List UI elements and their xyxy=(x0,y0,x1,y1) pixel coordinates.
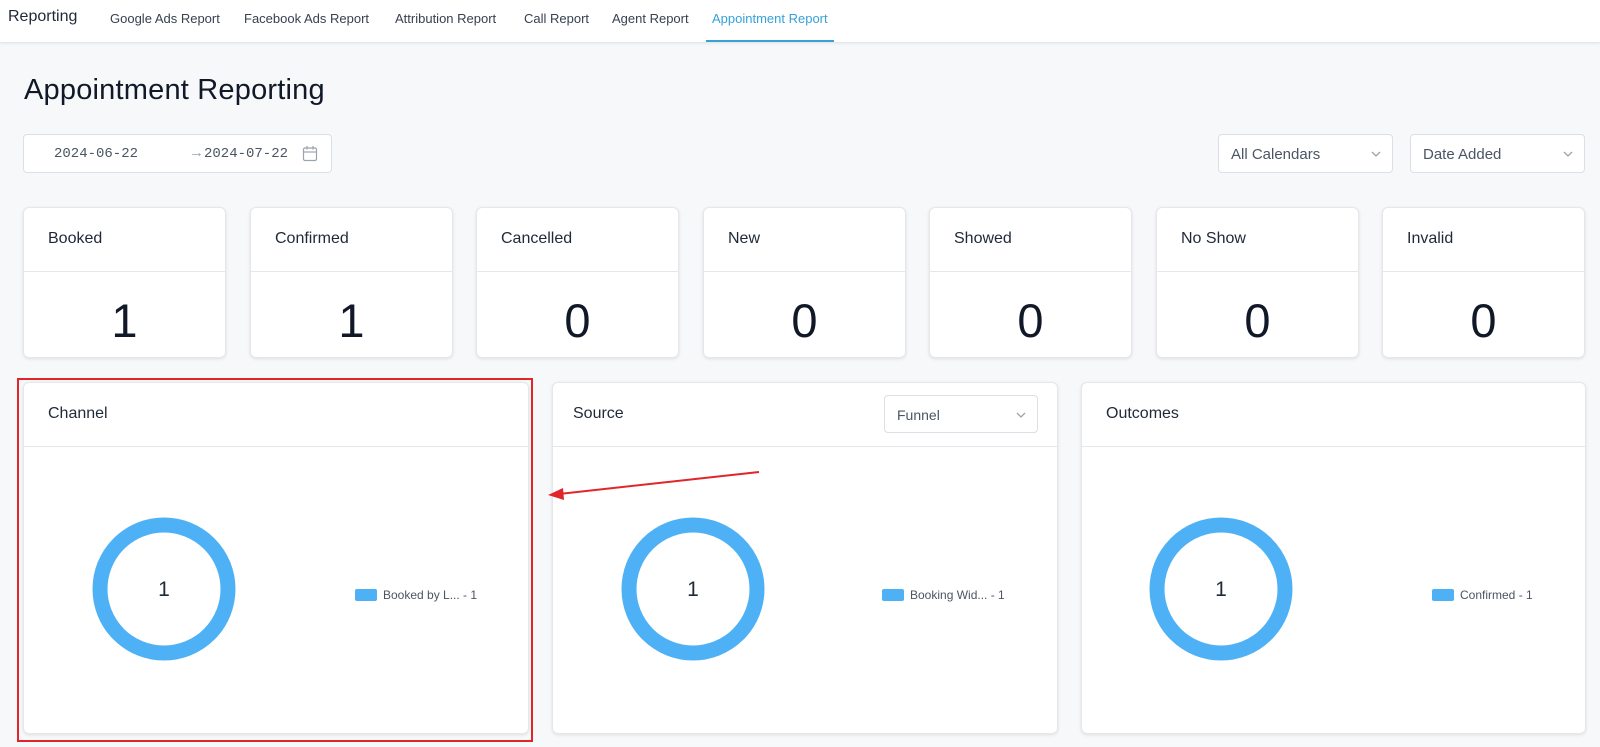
panel-title: Channel xyxy=(48,405,108,422)
chart-legend[interactable]: Booking Wid... - 1 xyxy=(882,588,1005,602)
legend-swatch xyxy=(1432,589,1454,601)
calendar-icon xyxy=(302,146,318,162)
stat-value: 1 xyxy=(111,294,138,347)
legend-label: Booking Wid... - 1 xyxy=(910,588,1005,602)
calendar-select-value: All Calendars xyxy=(1231,146,1321,163)
stat-card-no-show: No Show 0 xyxy=(1156,207,1359,358)
stat-card-confirmed: Confirmed 1 xyxy=(250,207,453,358)
stat-value: 1 xyxy=(338,294,365,347)
stat-label: Confirmed xyxy=(275,230,349,247)
tab-google-ads-report[interactable]: Google Ads Report xyxy=(110,0,220,42)
stat-label: Cancelled xyxy=(501,230,573,247)
source-donut-chart: 1 xyxy=(621,517,765,661)
source-type-select-value: Funnel xyxy=(897,407,940,423)
legend-label: Confirmed - 1 xyxy=(1460,588,1533,602)
donut-total: 1 xyxy=(158,578,170,601)
stat-card-invalid: Invalid 0 xyxy=(1382,207,1585,358)
divider xyxy=(1157,271,1358,272)
tab-facebook-ads-report[interactable]: Facebook Ads Report xyxy=(244,0,369,42)
date-type-select-value: Date Added xyxy=(1423,146,1502,163)
app-title: Reporting xyxy=(8,8,78,25)
panel-title: Outcomes xyxy=(1106,405,1179,422)
stat-value: 0 xyxy=(1017,294,1044,347)
legend-swatch xyxy=(355,589,377,601)
date-range-picker[interactable]: 2024-06-22 → 2024-07-22 xyxy=(23,134,332,173)
chevron-down-icon xyxy=(1563,151,1573,157)
chart-legend[interactable]: Booked by L... - 1 xyxy=(355,588,477,602)
stat-value: 0 xyxy=(1470,294,1497,347)
panel-title: Source xyxy=(573,405,624,422)
annotation-arrow-icon xyxy=(548,471,760,500)
stat-value: 0 xyxy=(1244,294,1271,347)
divider xyxy=(1082,446,1585,447)
tab-appointment-report[interactable]: Appointment Report xyxy=(706,0,834,42)
arrow-right-icon: → xyxy=(189,144,204,161)
outcomes-panel: Outcomes 1 Confirmed - 1 xyxy=(1081,382,1586,734)
outcomes-donut-chart: 1 xyxy=(1149,517,1293,661)
tab-agent-report[interactable]: Agent Report xyxy=(612,0,689,42)
top-navigation: Reporting Google Ads Report Facebook Ads… xyxy=(0,0,1600,43)
date-end[interactable]: 2024-07-22 xyxy=(204,146,288,162)
stat-card-cancelled: Cancelled 0 xyxy=(476,207,679,358)
chevron-down-icon xyxy=(1016,412,1026,418)
donut-total: 1 xyxy=(687,578,699,601)
legend-label: Booked by L... - 1 xyxy=(383,588,478,602)
donut-total: 1 xyxy=(1215,578,1227,601)
date-type-select[interactable]: Date Added xyxy=(1410,134,1585,173)
legend-swatch xyxy=(882,589,904,601)
chart-legend[interactable]: Confirmed - 1 xyxy=(1432,588,1533,602)
stat-card-new: New 0 xyxy=(703,207,906,358)
source-panel: Source Funnel 1 Booking Wid... - 1 xyxy=(552,382,1058,734)
divider xyxy=(24,271,225,272)
stat-label: Showed xyxy=(954,230,1012,247)
chevron-down-icon xyxy=(1371,151,1381,157)
tab-call-report[interactable]: Call Report xyxy=(524,0,589,42)
calendar-select[interactable]: All Calendars xyxy=(1218,134,1393,173)
divider xyxy=(704,271,905,272)
tab-attribution-report[interactable]: Attribution Report xyxy=(395,0,496,42)
stat-value: 0 xyxy=(791,294,818,347)
stat-label: New xyxy=(728,230,761,247)
page-title: Appointment Reporting xyxy=(24,74,325,106)
date-start[interactable]: 2024-06-22 xyxy=(54,146,138,162)
divider xyxy=(1383,271,1584,272)
stat-label: No Show xyxy=(1181,230,1246,247)
divider xyxy=(24,446,528,447)
stat-card-booked: Booked 1 xyxy=(23,207,226,358)
source-type-select[interactable]: Funnel xyxy=(884,395,1038,433)
divider xyxy=(477,271,678,272)
stat-value: 0 xyxy=(564,294,591,347)
divider xyxy=(251,271,452,272)
stat-label: Booked xyxy=(48,230,103,247)
stat-label: Invalid xyxy=(1407,230,1454,247)
divider xyxy=(553,446,1057,447)
divider xyxy=(930,271,1131,272)
stat-card-showed: Showed 0 xyxy=(929,207,1132,358)
channel-donut-chart: 1 xyxy=(92,517,236,661)
channel-panel: Channel 1 Booked by L... - 1 xyxy=(23,382,529,734)
